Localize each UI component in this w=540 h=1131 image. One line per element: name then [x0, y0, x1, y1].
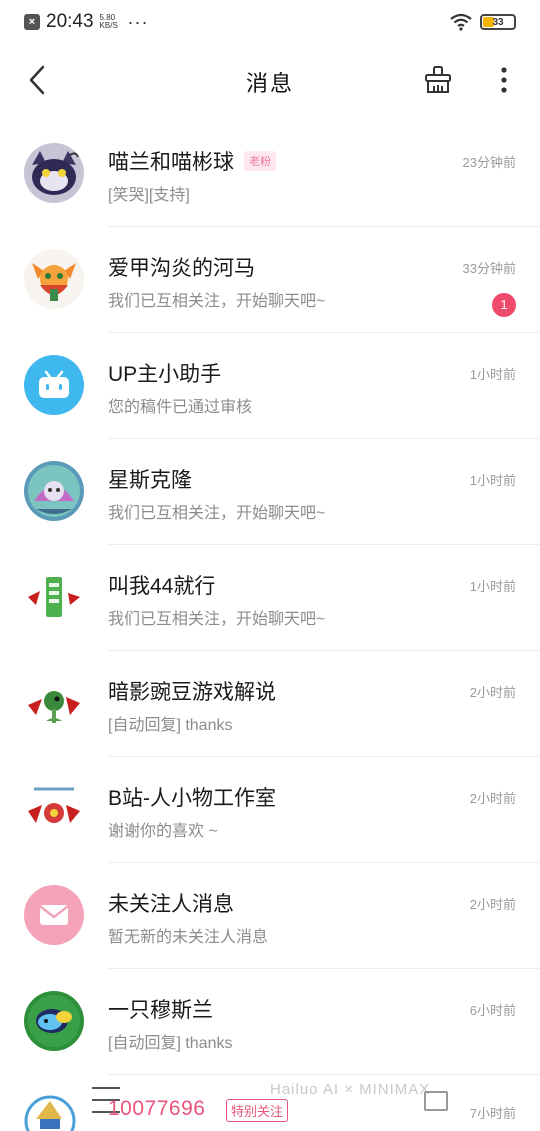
conversation-item[interactable]: 未关注人消息 暂无新的未关注人消息 2小时前 — [0, 863, 540, 969]
wifi-icon — [450, 13, 472, 31]
message-preview: 我们已互相关注，开始聊天吧~ — [108, 293, 326, 310]
name-row: 喵兰和喵彬球 老粉 — [108, 146, 276, 176]
message-time: 2小时前 — [469, 685, 516, 700]
conversation-item[interactable]: 喵兰和喵彬球 老粉 [笑哭][支持] 23分钟前 — [0, 121, 540, 227]
contact-name: 暗影豌豆游戏解说 — [108, 681, 276, 704]
conversation-item[interactable]: B站-人小物工作室 谢谢你的喜欢 ~ 2小时前 — [0, 757, 540, 863]
status-left: × 20:43 5.80 KB/S ··· — [24, 11, 149, 33]
message-preview: [自动回复] thanks — [108, 1035, 233, 1052]
message-time: 1小时前 — [469, 579, 516, 594]
battery-icon: 33 — [480, 14, 516, 30]
name-row: 爱甲沟炎的河马 — [108, 252, 255, 282]
conversation-item[interactable]: UP主小助手 您的稿件已通过审核 1小时前 — [0, 333, 540, 439]
network-speed: 5.80 KB/S — [99, 13, 118, 30]
message-time: 1小时前 — [469, 473, 516, 488]
message-time: 2小时前 — [469, 897, 516, 912]
conversation-item[interactable]: 暗影豌豆游戏解说 [自动回复] thanks 2小时前 — [0, 651, 540, 757]
status-right: 33 — [450, 13, 516, 31]
name-row: 星斯克隆 — [108, 464, 192, 494]
message-preview: [自动回复] thanks — [108, 717, 233, 734]
avatar[interactable] — [24, 567, 84, 627]
folder-icon[interactable] — [424, 1091, 448, 1111]
more-button[interactable] — [490, 60, 518, 100]
page-title: 消息 — [245, 71, 294, 96]
back-button[interactable] — [22, 60, 52, 100]
contact-name: 爱甲沟炎的河马 — [108, 257, 255, 280]
contact-name: B站-人小物工作室 — [108, 787, 276, 810]
vertical-dots-icon — [501, 67, 507, 93]
message-preview: 我们已互相关注，开始聊天吧~ — [108, 505, 326, 522]
conversation-item[interactable]: 爱甲沟炎的河马 我们已互相关注，开始聊天吧~ 33分钟前 1 — [0, 227, 540, 333]
contact-name: 叫我44就行 — [108, 575, 216, 598]
message-list: 喵兰和喵彬球 老粉 [笑哭][支持] 23分钟前 爱甲沟炎的河马 我们已互相关注… — [0, 121, 540, 1075]
avatar[interactable] — [24, 461, 84, 521]
contact-name: 星斯克隆 — [108, 469, 192, 492]
avatar[interactable] — [24, 991, 84, 1051]
message-time: 1小时前 — [469, 367, 516, 382]
message-preview: 暂无新的未关注人消息 — [108, 929, 269, 946]
status-time: 20:43 — [46, 11, 94, 32]
fan-badge: 老粉 — [244, 151, 276, 171]
name-row: 暗影豌豆游戏解说 — [108, 676, 276, 706]
name-row: 未关注人消息 — [108, 888, 234, 918]
more-notifications-icon: ··· — [127, 11, 149, 32]
avatar[interactable] — [24, 249, 84, 309]
contact-name: 一只穆斯兰 — [108, 999, 213, 1022]
contact-name: 未关注人消息 — [108, 893, 234, 916]
conversation-item[interactable]: 一只穆斯兰 [自动回复] thanks 6小时前 — [0, 969, 540, 1075]
avatar[interactable] — [24, 673, 84, 733]
name-row: UP主小助手 — [108, 358, 221, 388]
message-time: 2小时前 — [469, 791, 516, 806]
bilibili-tv-icon — [39, 370, 69, 398]
avatar[interactable] — [22, 1089, 78, 1131]
clear-unread-button[interactable] — [420, 60, 456, 100]
message-preview: 我们已互相关注，开始聊天吧~ — [108, 611, 326, 628]
avatar[interactable] — [24, 355, 84, 415]
message-time: 23分钟前 — [462, 155, 516, 170]
unread-count-badge: 1 — [492, 293, 516, 317]
contact-name: 喵兰和喵彬球 — [108, 151, 234, 174]
name-row: B站-人小物工作室 — [108, 782, 276, 812]
name-row: 一只穆斯兰 — [108, 994, 213, 1024]
message-preview: 您的稿件已通过审核 — [108, 399, 253, 416]
conversation-item[interactable]: 叫我44就行 我们已互相关注，开始聊天吧~ 1小时前 — [0, 545, 540, 651]
message-time: 6小时前 — [469, 1003, 516, 1018]
notification-x-icon: × — [24, 14, 40, 30]
contact-name: UP主小助手 — [108, 363, 222, 386]
broom-icon — [425, 66, 451, 93]
battery-percent: 33 — [492, 16, 504, 28]
chevron-left-icon — [29, 65, 45, 95]
message-preview: 谢谢你的喜欢 ~ — [108, 823, 218, 840]
special-follow-badge[interactable]: 特别关注 — [226, 1099, 289, 1122]
user-uid: 10077696 — [108, 1097, 206, 1120]
message-time: 7小时前 — [469, 1106, 516, 1121]
message-time: 33分钟前 — [462, 261, 516, 276]
avatar[interactable] — [24, 885, 84, 945]
envelope-icon — [39, 905, 69, 925]
watermark: Hailuo AI × MINIMAX — [270, 1081, 431, 1098]
partial-conversation-item[interactable]: 10077696 特别关注 Hailuo AI × MINIMAX 7小时前 — [0, 1073, 540, 1131]
name-row: 叫我44就行 — [108, 570, 215, 600]
nav-bar: 消息 — [0, 44, 540, 120]
message-preview: [笑哭][支持] — [108, 187, 190, 204]
conversation-item[interactable]: 星斯克隆 我们已互相关注，开始聊天吧~ 1小时前 — [0, 439, 540, 545]
avatar[interactable] — [24, 143, 84, 203]
status-bar: × 20:43 5.80 KB/S ··· 33 — [0, 0, 540, 44]
avatar[interactable] — [24, 779, 84, 839]
